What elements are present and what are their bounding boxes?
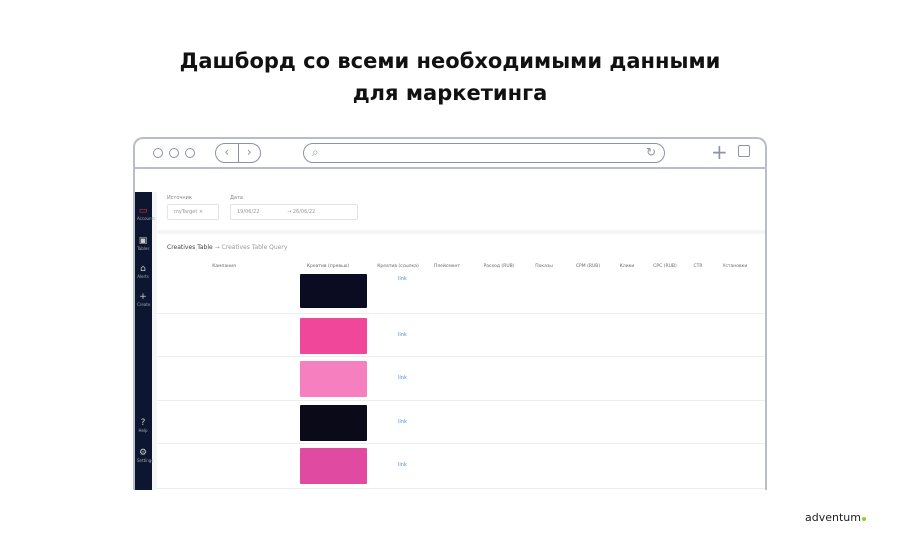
browser-toolbar: ‹ › ⌕ ↻ + xyxy=(135,139,765,169)
dashboard-app: ▭ Accounts ▣ Tables ⌂ Alerts + Create ? Help … xyxy=(135,192,765,490)
creative-link[interactable]: link xyxy=(398,419,407,425)
column-header[interactable]: Плейсмент xyxy=(434,264,460,269)
adventum-logo: adventum xyxy=(805,511,866,524)
table-row: link xyxy=(157,401,765,444)
sidebar: ▭ Accounts ▣ Tables ⌂ Alerts + Create ? Help … xyxy=(135,192,155,490)
column-header[interactable]: Клики xyxy=(620,264,635,269)
window-dot[interactable] xyxy=(153,148,163,158)
logo-dot xyxy=(861,517,866,521)
creative-link[interactable]: link xyxy=(398,462,407,468)
column-header[interactable]: Креатив (ссылка) xyxy=(377,264,419,269)
new-tab-button[interactable]: + xyxy=(711,140,728,164)
search-icon: ⌕ xyxy=(312,145,319,159)
column-header[interactable]: CPC (RUB) xyxy=(653,264,676,269)
creative-link[interactable]: link xyxy=(398,332,407,338)
create-icon[interactable]: + Create xyxy=(137,292,150,307)
reload-icon[interactable]: ↻ xyxy=(646,145,656,159)
filters-panel: Источник myTarget × Дата 19/06/22 → 26/0… xyxy=(157,192,765,230)
creatives-table: Creatives Table → Creatives Table Query … xyxy=(157,234,765,490)
table-row: link xyxy=(157,357,765,401)
column-header[interactable]: CTR xyxy=(693,264,702,269)
table-title: Creatives Table → Creatives Table Query xyxy=(167,244,288,251)
creative-thumbnail[interactable] xyxy=(300,448,367,484)
tables-icon[interactable]: ▣ Tables xyxy=(137,236,149,251)
back-button[interactable]: ‹ xyxy=(216,144,239,162)
date-label: Дата xyxy=(230,195,243,201)
browser-window: ‹ › ⌕ ↻ + ▭ Accounts ▣ Tables ⌂ Alerts + Cre… xyxy=(133,137,767,490)
column-header[interactable]: CPM (RUB) xyxy=(576,264,600,269)
creative-link[interactable]: link xyxy=(398,276,407,282)
date-range-picker[interactable]: 19/06/22 → 26/06/22 xyxy=(230,204,358,220)
source-select[interactable]: myTarget × xyxy=(167,204,219,220)
window-dot[interactable] xyxy=(185,148,195,158)
heading-line-2: для маркетинга xyxy=(352,81,548,105)
forward-button[interactable]: › xyxy=(239,144,261,162)
date-separator: → xyxy=(287,209,292,215)
creative-thumbnail[interactable] xyxy=(300,318,367,354)
creative-thumbnail[interactable] xyxy=(300,274,367,308)
table-row: link xyxy=(157,314,765,357)
tabs-icon[interactable] xyxy=(738,145,750,157)
source-label: Источник xyxy=(167,195,192,201)
column-header[interactable]: Показы xyxy=(535,264,553,269)
settings-icon[interactable]: ⚙ Settings xyxy=(137,448,153,463)
creative-thumbnail[interactable] xyxy=(300,361,367,397)
column-header[interactable]: Креатив (превью) xyxy=(307,264,349,269)
help-icon[interactable]: ? Help xyxy=(137,418,149,433)
creative-thumbnail[interactable] xyxy=(300,405,367,441)
table-row: link xyxy=(157,274,765,314)
heading-line-1: Дашборд со всеми необходимыми данными xyxy=(179,49,721,73)
date-to: 26/06/22 xyxy=(292,209,316,215)
date-from: 19/06/22 xyxy=(237,209,260,215)
address-bar[interactable]: ⌕ ↻ xyxy=(303,143,665,163)
table-row: link xyxy=(157,444,765,489)
accounts-icon[interactable]: ▭ Accounts xyxy=(137,206,155,221)
column-header[interactable]: Установки xyxy=(723,264,748,269)
column-header[interactable]: Кампания xyxy=(212,264,236,269)
nav-buttons: ‹ › xyxy=(215,143,261,163)
creative-link[interactable]: link xyxy=(398,375,407,381)
alerts-icon[interactable]: ⌂ Alerts xyxy=(137,264,149,279)
window-dot[interactable] xyxy=(169,148,179,158)
column-header[interactable]: Расход (RUB) xyxy=(484,264,515,269)
